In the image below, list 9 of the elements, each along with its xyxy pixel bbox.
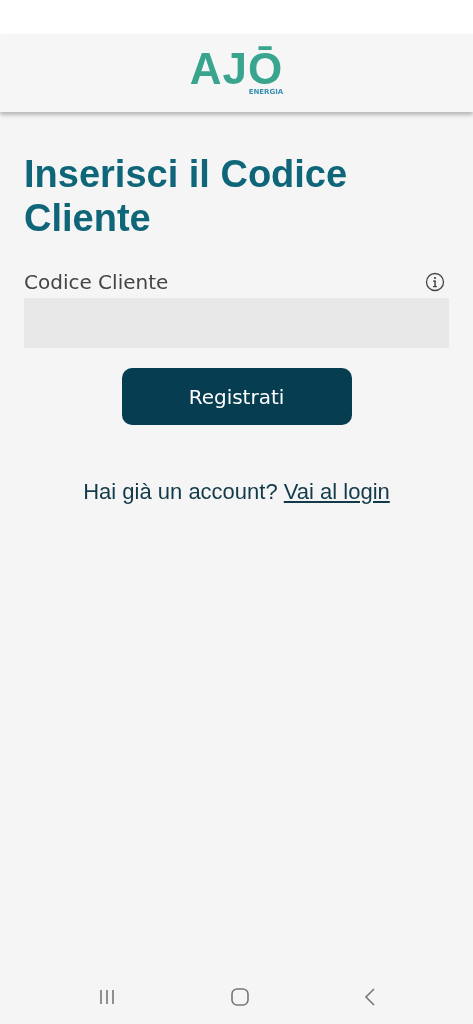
field-label: Codice Cliente [24,270,169,294]
login-link[interactable]: Vai al login [283,479,390,504]
back-icon[interactable] [363,988,376,1006]
register-button[interactable]: Registrati [121,368,352,425]
home-icon[interactable] [230,988,249,1006]
login-prompt: Hai già un account? Vai al login [82,479,391,505]
info-icon[interactable] [425,272,445,292]
page-title: Inserisci il Codice Cliente [24,152,349,240]
recent-apps-icon[interactable] [97,989,116,1005]
